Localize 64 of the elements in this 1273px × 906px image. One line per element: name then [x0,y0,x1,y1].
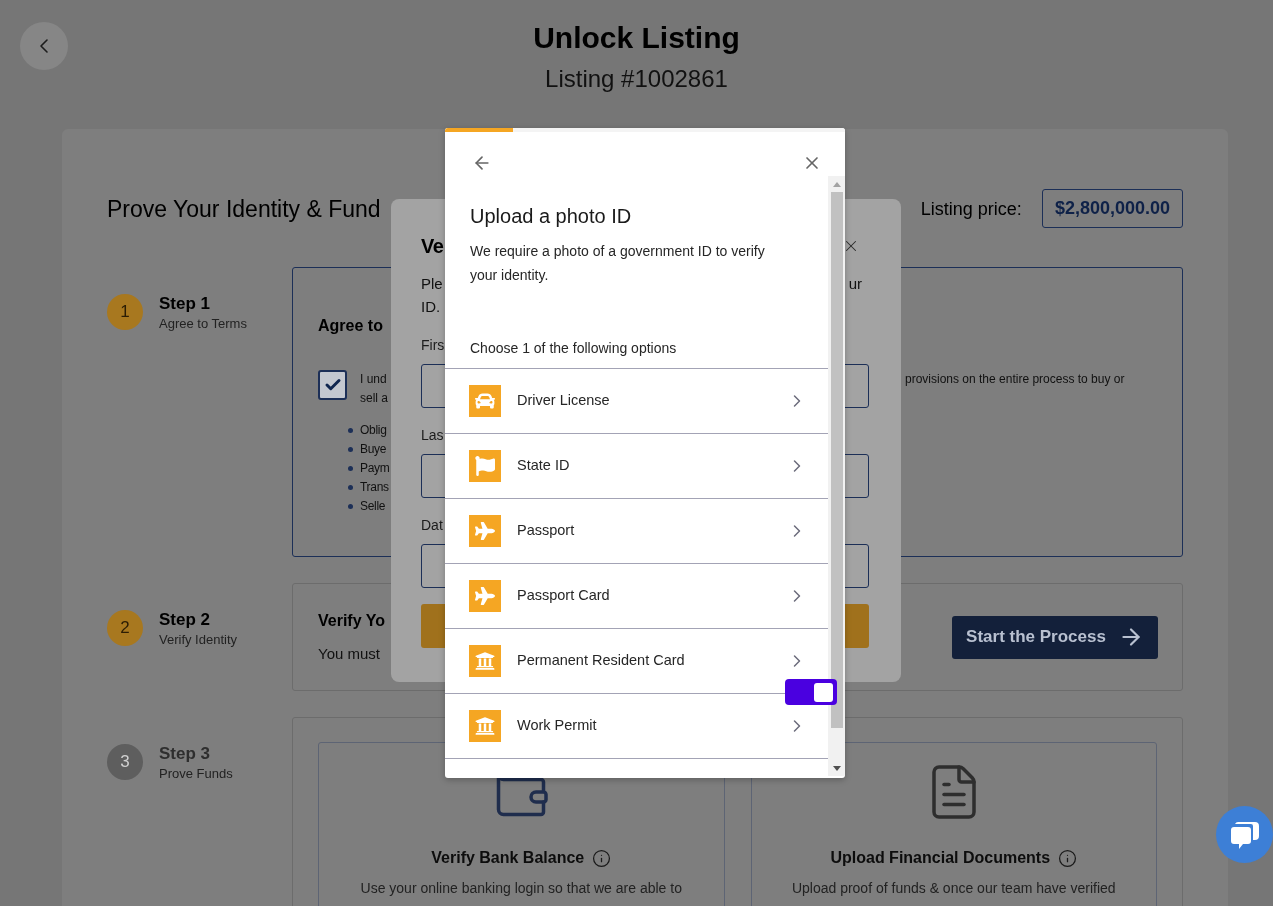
terms-heading: Agree to [318,316,383,336]
id-option[interactable]: Passport Card [445,563,828,628]
bullet-icon [348,428,353,433]
terms-statement: provisions on the entire process to buy or [905,371,1125,388]
start-process-button[interactable]: Start the Process [952,615,1158,659]
bullet-icon [348,447,353,452]
field-label: Firs [421,336,445,355]
terms-statement: I und [360,371,387,388]
section-heading: Prove Your Identity & Fund [107,194,381,224]
info-icon[interactable] [1058,848,1078,868]
listing-number: Listing #1002861 [545,64,728,94]
step-caption: Agree to Terms [159,315,247,333]
bullet-icon [348,485,353,490]
dialog-title: Ve [421,234,444,259]
terms-bullet: Buye [360,441,387,458]
scrollbar-thumb[interactable] [830,192,843,728]
dialog-intro: ID. [421,297,441,317]
field-label: Las [421,426,444,445]
step-number: 2 [107,610,143,646]
scrollbar[interactable] [828,176,845,776]
terms-statement: sell a [360,390,388,407]
option-title: Upload Financial Documents [830,848,1051,868]
step-caption: Prove Funds [159,765,233,783]
bank-building-icon [469,710,501,742]
step-title: Step 3 [159,743,211,765]
car-icon [469,385,501,417]
terms-bullet: Oblig [360,422,387,439]
dialog-description: We require a photo of a government ID to verify your identity. [470,242,766,285]
terms-bullet: Paym [360,460,390,477]
bullet-icon [348,466,353,471]
step-caption: Verify Identity [159,631,238,649]
id-option[interactable]: Passport [445,498,828,563]
verify-heading: Verify Yo [318,611,385,631]
dialog-title: Upload a photo ID [470,204,632,229]
step-number: 1 [107,294,143,330]
price-label: Listing price: [920,197,1022,221]
terms-bullet: Trans [360,479,389,496]
flag-icon [469,450,501,482]
field-label: Dat [421,516,443,535]
step-title: Step 2 [159,609,211,631]
chat-bubbles-icon [1229,819,1260,850]
id-option[interactable]: Driver License [445,368,828,433]
page-title: Unlock Listing [533,20,740,56]
airplane-icon [469,580,501,612]
bullet-icon [348,504,353,509]
checkbox[interactable] [318,370,347,400]
scroll-down-icon[interactable] [832,766,841,771]
toggle-switch[interactable] [785,679,837,705]
verify-text: You must [318,644,380,664]
options-prompt: Choose 1 of the following options [470,339,677,358]
bank-building-icon [469,645,501,677]
id-option[interactable]: State ID [445,433,828,498]
airplane-icon [469,515,501,547]
chat-button[interactable] [1216,806,1273,863]
dialog-intro: Ple [421,274,443,294]
step-number: 3 [107,744,143,780]
dialog-intro: ur [848,274,862,294]
option-description: Upload proof of funds & once our team have verified [791,879,1116,898]
terms-bullet: Selle [360,498,386,515]
option-description: Use your online banking login so that we are able to [360,879,682,898]
info-icon[interactable] [592,848,612,868]
price-value: $2,800,000.00 [1041,189,1183,228]
step-title: Step 1 [159,293,211,315]
option-title: Verify Bank Balance [431,848,585,868]
